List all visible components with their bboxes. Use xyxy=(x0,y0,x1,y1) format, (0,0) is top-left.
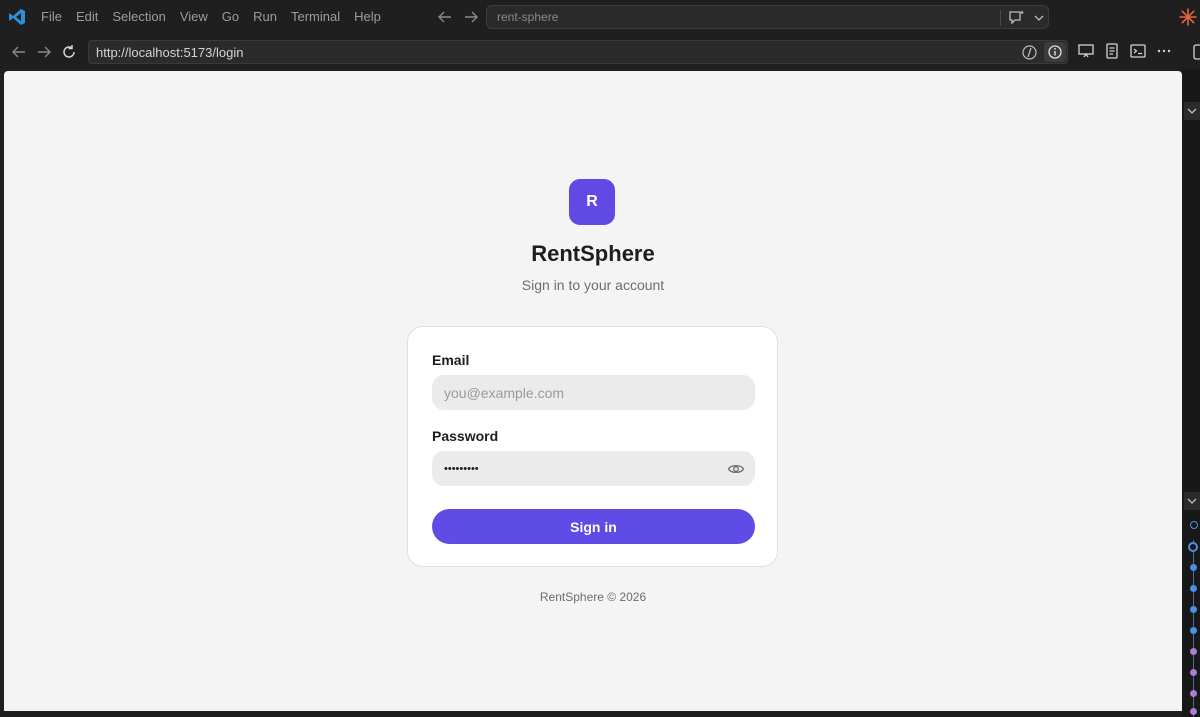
timeline-node-current[interactable] xyxy=(1188,542,1198,552)
collapse-toggle-top[interactable] xyxy=(1184,102,1200,120)
menu-go[interactable]: Go xyxy=(215,5,246,29)
menu-help[interactable]: Help xyxy=(347,5,388,29)
timeline-node[interactable] xyxy=(1190,690,1197,697)
menu-edit[interactable]: Edit xyxy=(69,5,105,29)
timeline-node[interactable] xyxy=(1190,564,1197,571)
collapse-toggle-bottom[interactable] xyxy=(1184,492,1200,510)
more-icon[interactable] xyxy=(1155,42,1173,60)
url-text[interactable]: http://localhost:5173/login xyxy=(96,45,243,60)
menu-view[interactable]: View xyxy=(173,5,215,29)
timeline-node[interactable] xyxy=(1190,585,1197,592)
menu-bar: File Edit Selection View Go Run Terminal… xyxy=(34,0,388,34)
info-icon xyxy=(1048,45,1062,59)
menu-file[interactable]: File xyxy=(34,5,69,29)
menu-selection[interactable]: Selection xyxy=(105,5,172,29)
back-arrow-icon[interactable] xyxy=(436,8,454,26)
login-card: Email Password Sign in xyxy=(407,326,778,567)
right-gutter xyxy=(1182,70,1200,717)
title-bar: File Edit Selection View Go Run Terminal… xyxy=(0,0,1200,34)
chevron-down-icon xyxy=(1187,108,1197,114)
logo-letter: R xyxy=(586,193,598,210)
footer-copyright: RentSphere © 2026 xyxy=(539,590,647,604)
sparkle-icon[interactable] xyxy=(1178,7,1198,27)
timeline-node[interactable] xyxy=(1190,606,1197,613)
timeline-node[interactable] xyxy=(1190,669,1197,676)
command-center[interactable]: rent-sphere xyxy=(486,5,1049,29)
page-viewport: R RentSphere Sign in to your account Ema… xyxy=(4,71,1182,711)
sign-in-button[interactable]: Sign in xyxy=(432,509,755,544)
vscode-logo-icon[interactable] xyxy=(8,8,26,26)
email-label: Email xyxy=(432,352,470,368)
chevron-down-icon xyxy=(1187,498,1197,504)
email-field[interactable] xyxy=(432,375,755,410)
info-button[interactable] xyxy=(1044,42,1066,62)
command-center-text: rent-sphere xyxy=(497,10,559,24)
timeline-node[interactable] xyxy=(1190,521,1198,529)
password-label: Password xyxy=(432,428,499,444)
panel-edge-icon xyxy=(1193,44,1200,60)
timeline-node[interactable] xyxy=(1190,627,1197,634)
back-icon[interactable] xyxy=(10,43,28,61)
menu-terminal[interactable]: Terminal xyxy=(284,5,347,29)
url-bar[interactable]: http://localhost:5173/login xyxy=(88,40,1068,64)
app-subtitle: Sign in to your account xyxy=(521,277,665,293)
timeline-node[interactable] xyxy=(1190,708,1197,715)
notes-icon[interactable] xyxy=(1103,42,1121,60)
password-field[interactable] xyxy=(432,451,755,486)
menu-run[interactable]: Run xyxy=(246,5,284,29)
terminal-icon[interactable] xyxy=(1129,42,1147,60)
app-logo: R xyxy=(569,179,615,225)
reload-icon[interactable] xyxy=(60,43,78,61)
divider xyxy=(1000,10,1001,26)
screen-icon[interactable] xyxy=(1077,42,1095,60)
chevron-down-icon[interactable] xyxy=(1033,12,1045,24)
code-icon[interactable] xyxy=(1021,44,1038,61)
chat-sparkle-icon[interactable] xyxy=(1008,9,1025,26)
forward-arrow-icon[interactable] xyxy=(462,8,480,26)
app-title: RentSphere xyxy=(531,241,655,266)
forward-icon[interactable] xyxy=(35,43,53,61)
timeline-node[interactable] xyxy=(1190,648,1197,655)
eye-icon[interactable] xyxy=(727,461,745,477)
